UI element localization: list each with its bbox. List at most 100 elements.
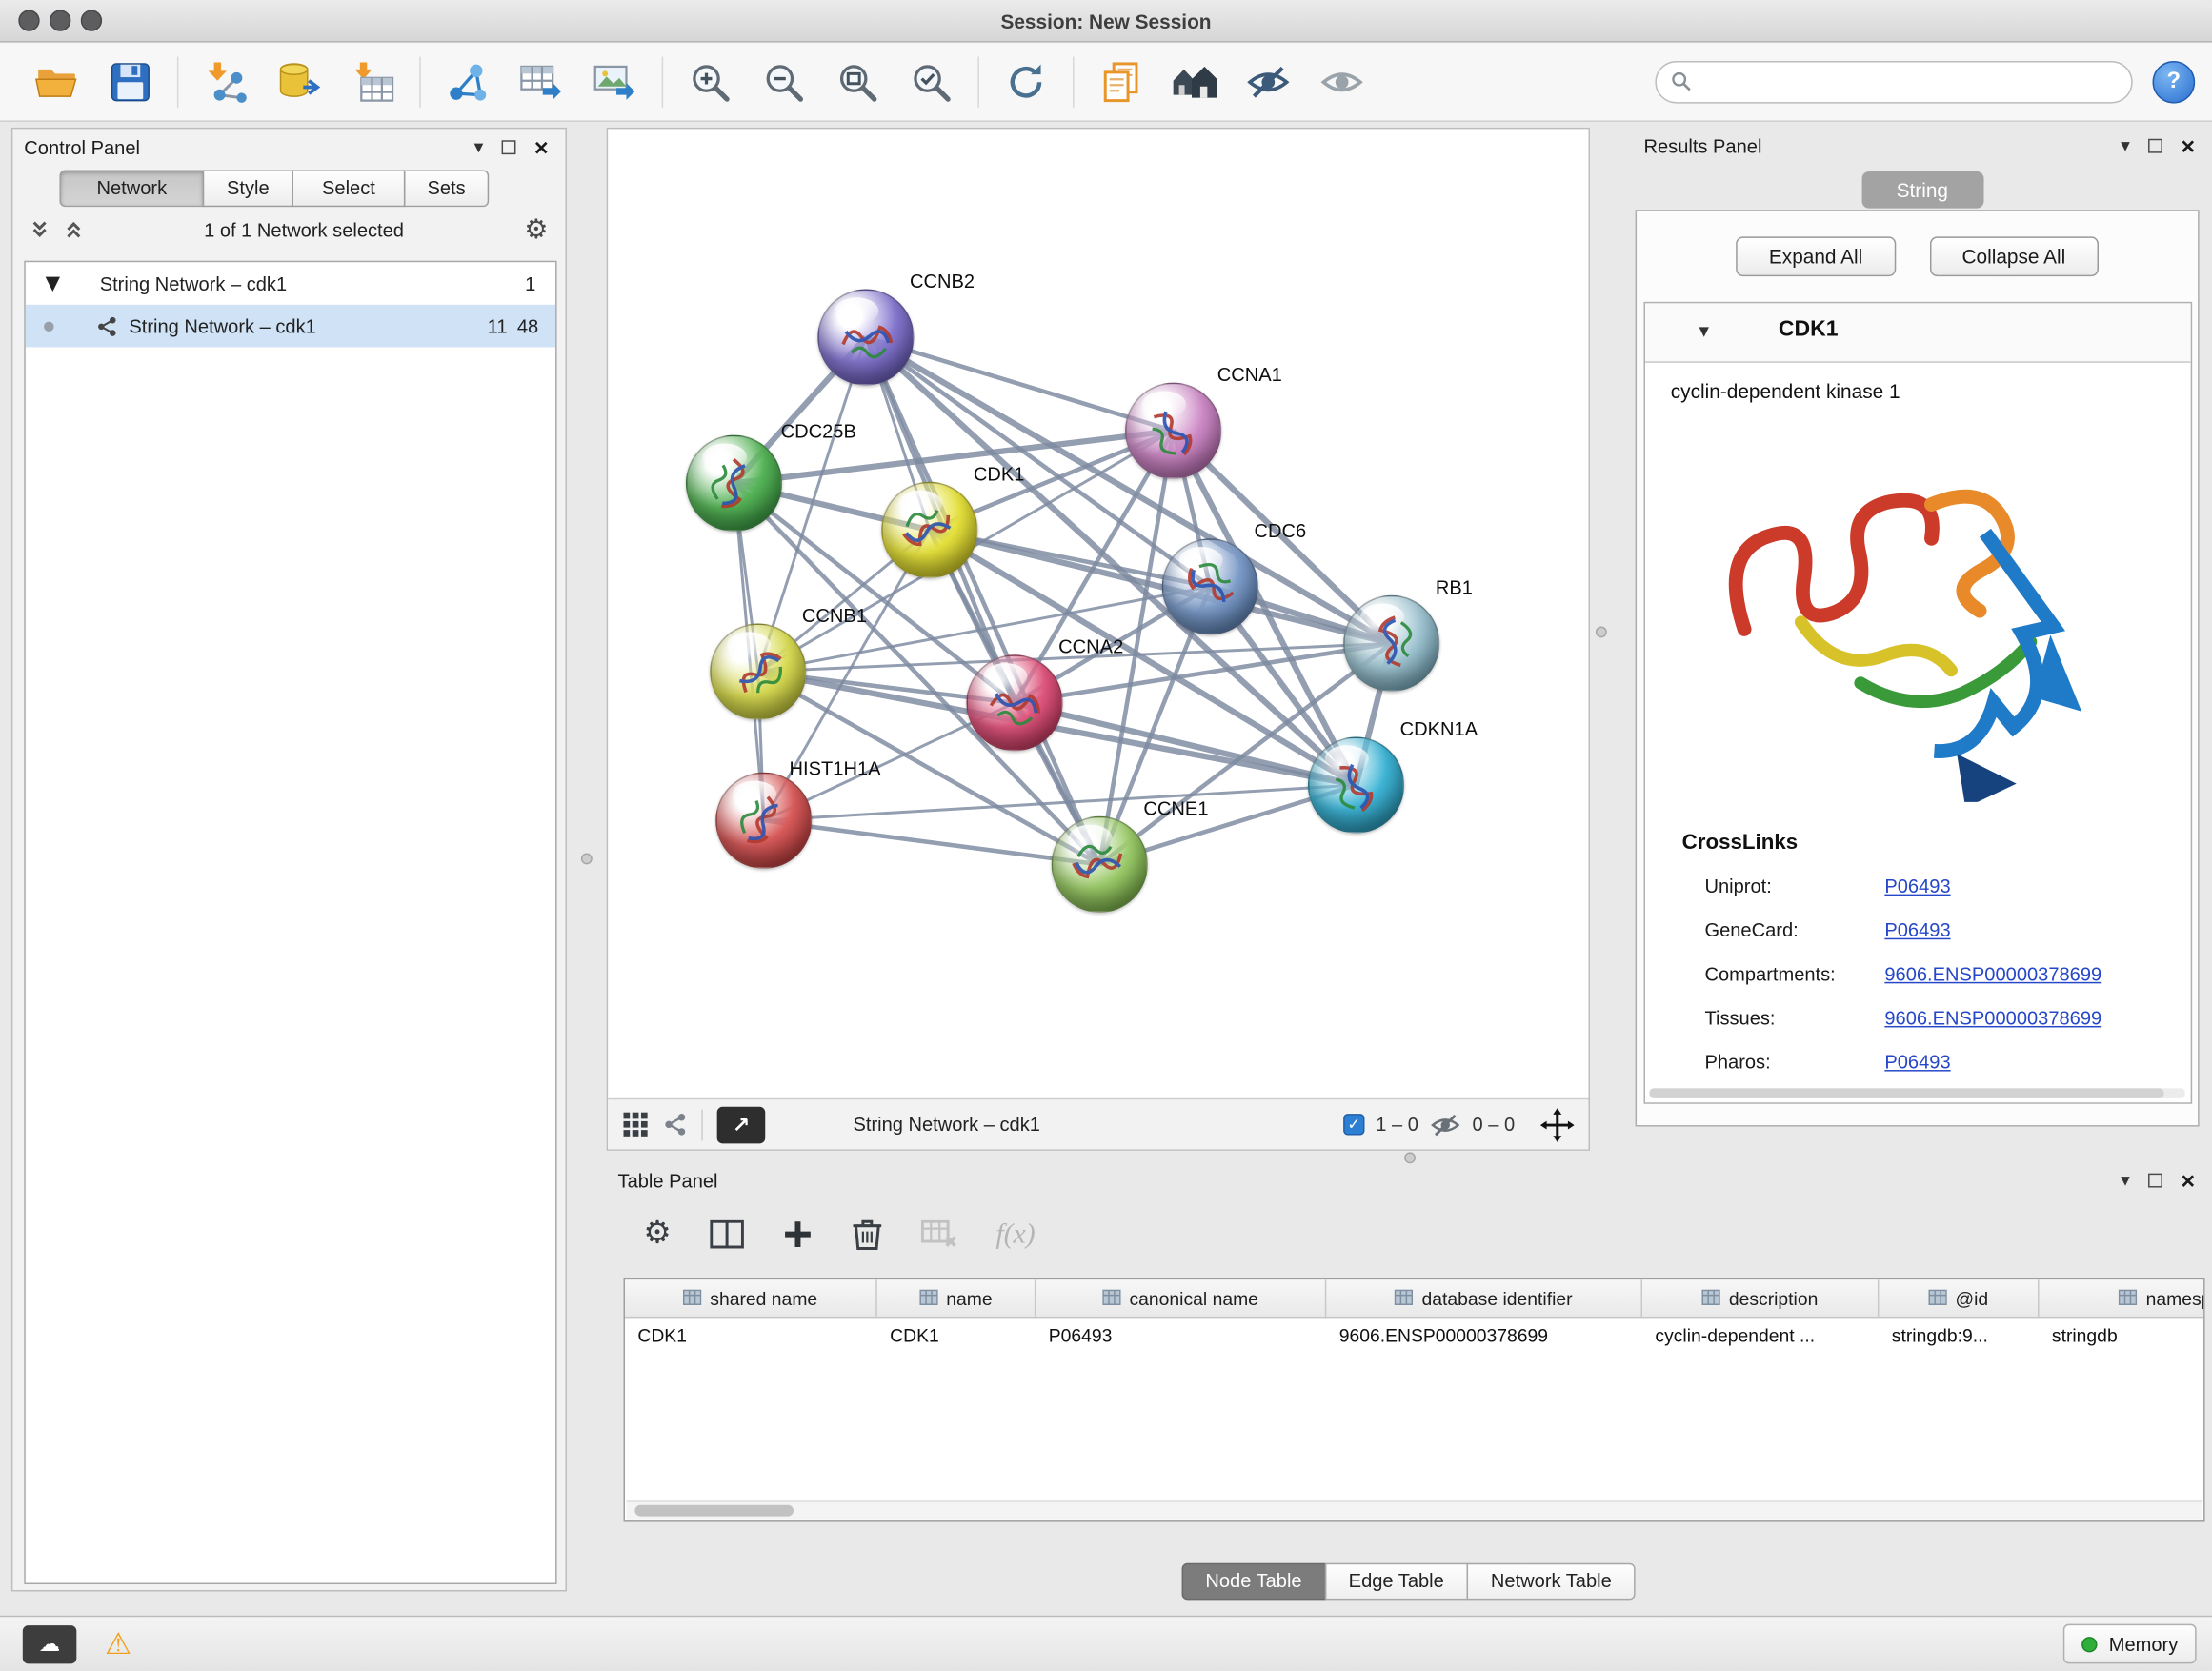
add-column-icon[interactable] bbox=[782, 1218, 814, 1250]
collapse-panel-icon[interactable]: ▾ bbox=[2121, 1171, 2130, 1189]
crosslink-link[interactable]: 9606.ENSP00000378699 bbox=[1884, 963, 2101, 984]
tab-node-table[interactable]: Node Table bbox=[1181, 1563, 1326, 1601]
open-session-button[interactable] bbox=[20, 48, 93, 115]
table-cell[interactable]: stringdb:9... bbox=[1879, 1318, 2039, 1355]
tab-network[interactable]: Network bbox=[59, 171, 204, 208]
vertical-splitter-left[interactable] bbox=[581, 853, 593, 864]
network-node-cdkn1a[interactable] bbox=[1308, 737, 1404, 834]
tab-select[interactable]: Select bbox=[292, 171, 405, 208]
show-all-button[interactable] bbox=[1305, 48, 1378, 115]
table-cell[interactable]: 9606.ENSP00000378699 bbox=[1326, 1318, 1642, 1355]
network-node-ccnb1[interactable] bbox=[710, 624, 806, 720]
collapse-all-icon[interactable] bbox=[30, 220, 50, 240]
network-node-hist1h1a[interactable] bbox=[715, 773, 812, 869]
crosslink-link[interactable]: P06493 bbox=[1884, 876, 1950, 896]
vertical-splitter-right[interactable] bbox=[1596, 626, 1607, 637]
help-button[interactable]: ? bbox=[2153, 60, 2196, 103]
new-network-button[interactable] bbox=[431, 48, 504, 115]
zoom-window-button[interactable] bbox=[81, 10, 102, 30]
zoom-fit-button[interactable] bbox=[820, 48, 894, 115]
expand-all-icon[interactable] bbox=[64, 220, 84, 240]
table-cell[interactable]: CDK1 bbox=[625, 1318, 877, 1355]
hidden-eye-slash-icon[interactable] bbox=[1430, 1112, 1461, 1137]
collapse-panel-icon[interactable]: ▾ bbox=[2121, 137, 2130, 155]
float-panel-icon[interactable] bbox=[2148, 1174, 2162, 1188]
collapse-panel-icon[interactable]: ▾ bbox=[474, 138, 484, 156]
float-panel-icon[interactable] bbox=[2148, 139, 2162, 153]
close-panel-icon[interactable]: × bbox=[2181, 134, 2195, 158]
float-panel-icon[interactable] bbox=[502, 140, 516, 154]
gear-icon[interactable]: ⚙ bbox=[524, 216, 548, 243]
cloud-button[interactable]: ☁ bbox=[23, 1624, 77, 1662]
column-header-shared-name[interactable]: shared name bbox=[625, 1279, 877, 1317]
export-table-button[interactable] bbox=[505, 48, 578, 115]
table-cell[interactable]: P06493 bbox=[1036, 1318, 1326, 1355]
import-network-database-button[interactable] bbox=[262, 48, 335, 115]
export-image-button[interactable] bbox=[578, 48, 652, 115]
tab-sets[interactable]: Sets bbox=[404, 171, 489, 208]
apply-layout-button[interactable] bbox=[989, 48, 1062, 115]
tab-string[interactable]: String bbox=[1861, 171, 1983, 209]
close-panel-icon[interactable]: × bbox=[534, 135, 549, 159]
network-node-cdc25b[interactable] bbox=[686, 435, 782, 532]
expand-all-button[interactable]: Expand All bbox=[1737, 236, 1896, 276]
birds-eye-button[interactable] bbox=[1157, 48, 1231, 115]
card-scrollbar[interactable] bbox=[1649, 1088, 2184, 1097]
column-header-database-identifier[interactable]: database identifier bbox=[1326, 1279, 1642, 1317]
minimize-window-button[interactable] bbox=[50, 10, 70, 30]
tab-edge-table[interactable]: Edge Table bbox=[1324, 1563, 1468, 1601]
table-settings-gear-icon[interactable]: ⚙ bbox=[643, 1218, 671, 1250]
column-header-canonical-name[interactable]: canonical name bbox=[1036, 1279, 1326, 1317]
selected-checkbox[interactable]: ✓ bbox=[1343, 1114, 1364, 1135]
column-header--id[interactable]: @id bbox=[1879, 1279, 2039, 1317]
search-input[interactable] bbox=[1692, 70, 2131, 91]
tab-style[interactable]: Style bbox=[203, 171, 293, 208]
network-node-ccna1[interactable] bbox=[1125, 383, 1221, 479]
close-panel-icon[interactable]: × bbox=[2181, 1168, 2195, 1192]
crosslink-link[interactable]: 9606.ENSP00000378699 bbox=[1884, 1008, 2101, 1029]
card-scrollbar-thumb[interactable] bbox=[1649, 1088, 2163, 1097]
show-columns-icon[interactable] bbox=[710, 1220, 744, 1249]
warning-icon[interactable]: ⚠ bbox=[105, 1629, 131, 1659]
copy-document-button[interactable] bbox=[1084, 48, 1157, 115]
grid-icon[interactable] bbox=[622, 1111, 649, 1137]
table-horizontal-scrollbar[interactable] bbox=[626, 1500, 2202, 1519]
move-crosshair-icon[interactable] bbox=[1540, 1107, 1575, 1141]
share-icon[interactable] bbox=[663, 1113, 687, 1137]
memory-button[interactable]: Memory bbox=[2063, 1624, 2196, 1664]
zoom-in-button[interactable] bbox=[674, 48, 747, 115]
scrollbar-thumb[interactable] bbox=[634, 1505, 794, 1517]
zoom-out-button[interactable] bbox=[747, 48, 820, 115]
network-row-selected[interactable]: String Network – cdk1 11 48 bbox=[26, 305, 555, 348]
table-cell[interactable]: stringdb bbox=[2040, 1318, 2205, 1355]
search-box[interactable] bbox=[1655, 60, 2132, 103]
delete-column-icon[interactable] bbox=[852, 1218, 883, 1252]
save-session-button[interactable] bbox=[93, 48, 167, 115]
collapse-all-button[interactable]: Collapse All bbox=[1929, 236, 2098, 276]
import-table-button[interactable] bbox=[336, 48, 410, 115]
import-network-file-button[interactable] bbox=[189, 48, 262, 115]
network-canvas[interactable]: CCNB2CCNA1CDC25BCDK1CDC6RB1CCNB1CCNA2CDK… bbox=[608, 129, 1588, 1097]
table-cell[interactable]: CDK1 bbox=[877, 1318, 1036, 1355]
network-node-ccnb2[interactable] bbox=[817, 289, 914, 385]
tree-caret-icon[interactable]: ▼ bbox=[46, 272, 60, 295]
crosslink-link[interactable]: P06493 bbox=[1884, 1052, 1950, 1073]
tab-network-table[interactable]: Network Table bbox=[1467, 1563, 1636, 1601]
network-node-ccne1[interactable] bbox=[1052, 816, 1148, 913]
gene-card-header[interactable]: ▾ CDK1 bbox=[1645, 303, 2191, 362]
close-window-button[interactable] bbox=[18, 10, 39, 30]
column-header-description[interactable]: description bbox=[1642, 1279, 1879, 1317]
column-header-namespace[interactable]: namespace bbox=[2040, 1279, 2205, 1317]
network-node-ccna2[interactable] bbox=[966, 654, 1062, 751]
hide-selected-button[interactable] bbox=[1232, 48, 1305, 115]
table-cell[interactable]: cyclin-dependent ... bbox=[1642, 1318, 1879, 1355]
network-node-rb1[interactable] bbox=[1343, 595, 1439, 692]
table-row[interactable]: CDK1CDK1P064939606.ENSP00000378699cyclin… bbox=[625, 1318, 2205, 1355]
zoom-selected-button[interactable] bbox=[895, 48, 968, 115]
network-node-cdc6[interactable] bbox=[1162, 538, 1258, 634]
column-header-name[interactable]: name bbox=[877, 1279, 1036, 1317]
open-in-new-button[interactable]: ↗ bbox=[717, 1106, 766, 1143]
network-collection-row[interactable]: ▼ String Network – cdk1 1 bbox=[26, 262, 555, 305]
network-node-cdk1[interactable] bbox=[881, 482, 977, 578]
collapse-gene-icon[interactable]: ▾ bbox=[1699, 322, 1709, 342]
